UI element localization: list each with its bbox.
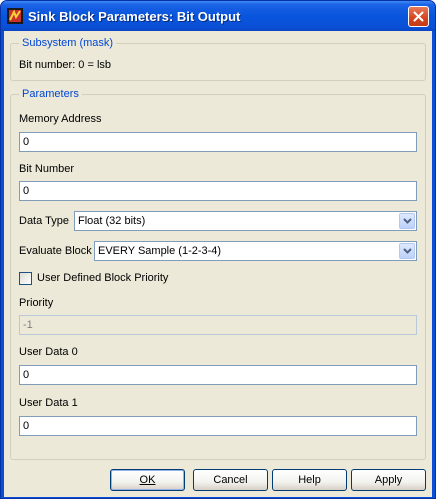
- user-data-1-input[interactable]: [19, 416, 417, 436]
- ok-button[interactable]: OK: [110, 469, 185, 491]
- help-button-label: Help: [298, 474, 321, 486]
- evaluate-block-select[interactable]: EVERY Sample (1-2-3-4): [94, 241, 417, 261]
- apply-button-label: Apply: [374, 474, 403, 486]
- evaluate-block-value: EVERY Sample (1-2-3-4): [98, 245, 222, 257]
- priority-input: [19, 315, 417, 335]
- dialog-window: Sink Block Parameters: Bit Output Subsys…: [0, 0, 436, 499]
- user-defined-priority-checkbox[interactable]: [19, 272, 32, 285]
- user-data-0-label: User Data 0: [19, 346, 78, 358]
- ok-button-label: OK: [139, 474, 156, 486]
- user-data-1-label: User Data 1: [19, 397, 78, 409]
- close-button[interactable]: [408, 6, 429, 27]
- user-data-0-input[interactable]: [19, 365, 417, 385]
- apply-button[interactable]: Apply: [351, 469, 426, 491]
- data-type-select[interactable]: Float (32 bits): [74, 211, 417, 231]
- bit-number-label: Bit Number: [19, 163, 75, 175]
- memory-address-label: Memory Address: [19, 113, 102, 125]
- bit-number-input[interactable]: [19, 181, 417, 201]
- window-title: Sink Block Parameters: Bit Output: [28, 9, 241, 24]
- data-type-dropdown-button[interactable]: [399, 213, 415, 229]
- parameters-group: Parameters Memory Address Bit Number Dat…: [10, 88, 426, 460]
- cancel-button-label: Cancel: [213, 474, 248, 486]
- dialog-body: Subsystem (mask) Bit number: 0 = lsb Par…: [4, 31, 432, 497]
- close-icon: [413, 11, 424, 22]
- title-bar[interactable]: Sink Block Parameters: Bit Output: [1, 1, 435, 31]
- memory-address-input[interactable]: [19, 132, 417, 152]
- parameters-legend: Parameters: [19, 88, 82, 101]
- evaluate-block-dropdown-button[interactable]: [399, 243, 415, 259]
- subsystem-legend: Subsystem (mask): [19, 37, 117, 50]
- subsystem-description: Bit number: 0 = lsb: [19, 59, 112, 71]
- priority-label: Priority: [19, 297, 54, 309]
- user-defined-priority-label[interactable]: User Defined Block Priority: [37, 272, 168, 285]
- chevron-down-icon: [402, 218, 412, 224]
- cancel-button[interactable]: Cancel: [193, 469, 268, 491]
- help-button[interactable]: Help: [272, 469, 347, 491]
- simulink-app-icon: [7, 8, 23, 24]
- data-type-label: Data Type: [19, 215, 69, 227]
- subsystem-group: Subsystem (mask) Bit number: 0 = lsb: [10, 37, 426, 81]
- evaluate-block-label: Evaluate Block: [19, 245, 92, 257]
- chevron-down-icon: [402, 248, 412, 254]
- data-type-value: Float (32 bits): [78, 215, 146, 227]
